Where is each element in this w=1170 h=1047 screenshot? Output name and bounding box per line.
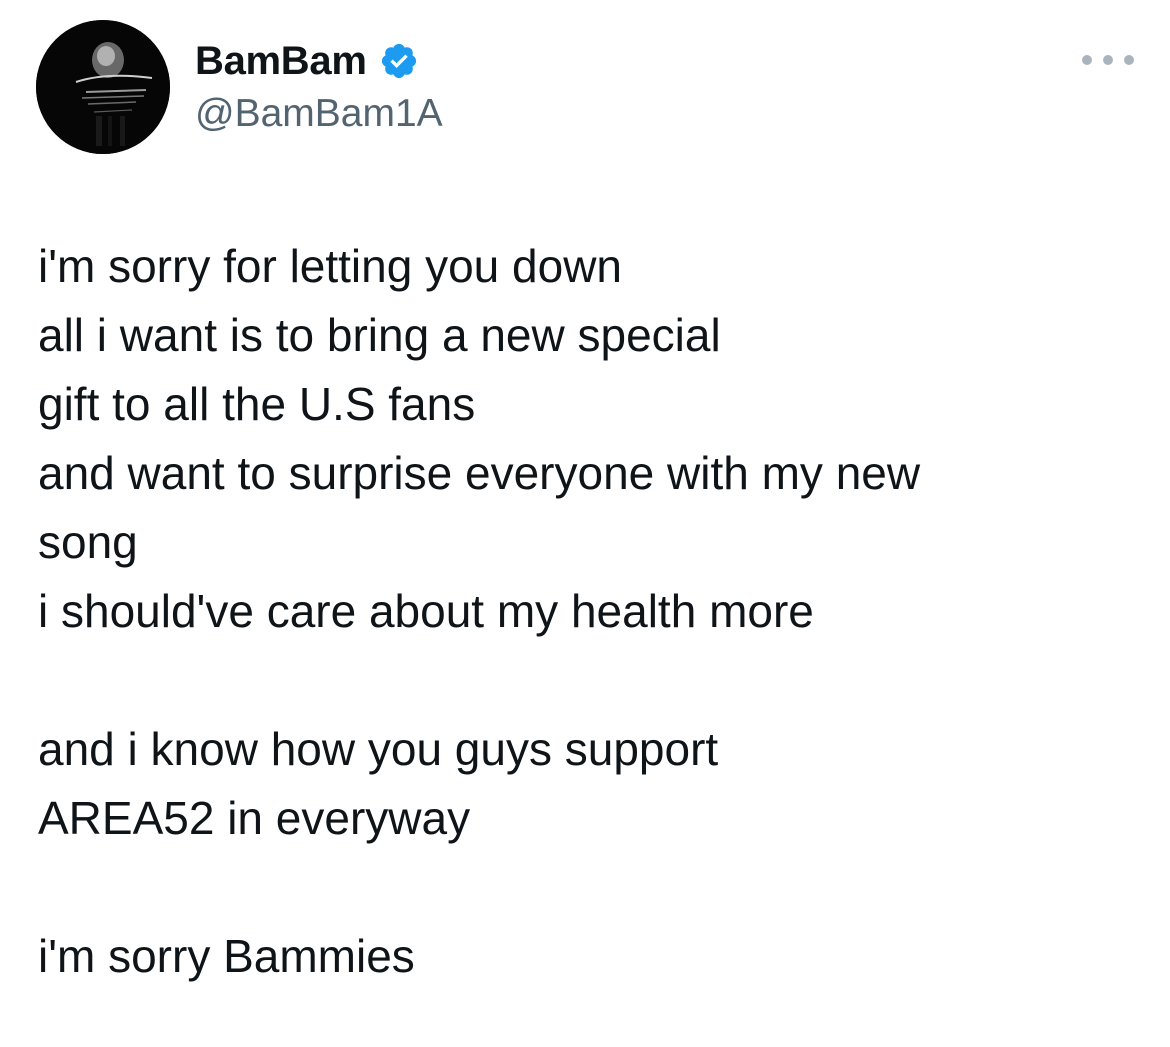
tweet-line: i'm sorry for letting you down [38,240,623,292]
tweet-line: AREA52 in everyway [38,792,471,844]
more-dot [1124,55,1134,65]
tweet-line: i should've care about my health more [38,585,814,637]
tweet-line: and i know how you guys support [38,723,719,775]
author-avatar[interactable] [36,20,170,154]
tweet-line: song [38,516,138,568]
tweet-text: i'm sorry for letting you down all i wan… [38,232,1138,991]
tweet-line: i'm sorry Bammies [38,930,415,982]
more-dot [1103,55,1113,65]
verified-badge-icon [379,41,419,81]
more-options-icon[interactable] [1082,46,1134,74]
tweet-line [38,646,1138,715]
tweet-line [38,853,1138,922]
author-name-row[interactable]: BamBam [195,36,419,86]
tweet-line: and want to surprise everyone with my ne… [38,447,921,499]
tweet-line: all i want is to bring a new special [38,309,721,361]
tweet-line: gift to all the U.S fans [38,378,476,430]
avatar-photo-icon [36,20,170,154]
tweet-card: BamBam @BamBam1A i'm sorry for letting y… [0,0,1170,1047]
author-display-name[interactable]: BamBam [195,39,367,84]
author-handle[interactable]: @BamBam1A [195,92,443,136]
more-dot [1082,55,1092,65]
